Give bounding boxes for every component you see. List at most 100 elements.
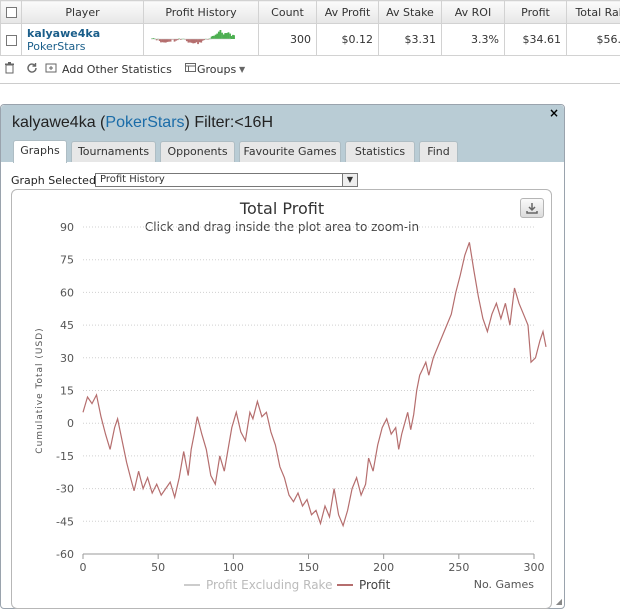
- sparkline-bar: [225, 33, 228, 39]
- sparkline-bar: [190, 39, 193, 43]
- sparkline-bar: [192, 39, 195, 44]
- sparkline-bar: [201, 39, 204, 41]
- series-line-profit: [82, 242, 547, 528]
- av-stake-cell: $3.31: [378, 23, 442, 56]
- player-graph-window: kalyawe4ka (PokerStars) Filter:<16H × Gr…: [0, 104, 565, 609]
- sparkline-bar: [195, 39, 198, 43]
- sparkline-bar: [224, 33, 227, 39]
- chart-container: Total Profit Click and drag inside the pl…: [11, 189, 552, 609]
- column-header-player[interactable]: Player: [21, 0, 144, 24]
- column-header-total-rake[interactable]: Total Rake: [566, 0, 620, 24]
- y-tick-label: -45: [56, 515, 74, 528]
- y-tick-label: 30: [60, 352, 74, 365]
- sparkline-bar: [214, 34, 217, 39]
- sparkline-bar: [227, 32, 230, 39]
- x-tick-label: 250: [448, 561, 469, 574]
- sparkline-bar: [173, 39, 176, 42]
- sparkline-bar: [197, 39, 199, 45]
- graph-selected-label: Graph Selected:: [11, 174, 100, 187]
- sparkline-bar: [213, 35, 215, 39]
- total-rake-cell: $56.75: [566, 23, 620, 56]
- column-header-av-roi[interactable]: Av ROI: [441, 0, 505, 24]
- x-tick-label: 300: [524, 561, 545, 574]
- count-cell: 300: [258, 23, 317, 56]
- table-row[interactable]: kalyawe4ka PokerStars 300 $0.12 $3.31 3.…: [0, 23, 620, 56]
- close-icon[interactable]: ×: [549, 106, 559, 120]
- x-axis-label: No. Games: [474, 578, 535, 591]
- column-header-av-stake[interactable]: Av Stake: [378, 0, 442, 24]
- tab-graphs[interactable]: Graphs: [13, 140, 67, 163]
- groups-icon[interactable]: [185, 62, 196, 78]
- y-tick-label: 15: [60, 385, 74, 398]
- av-profit-cell: $0.12: [316, 23, 379, 56]
- sparkline-bar: [168, 39, 170, 42]
- select-all-checkbox[interactable]: [0, 0, 22, 24]
- sparkline-bar: [216, 33, 219, 39]
- y-tick-label: 60: [60, 286, 74, 299]
- groups-dropdown[interactable]: Groups: [197, 62, 236, 78]
- y-tick-label: 75: [60, 254, 74, 267]
- x-tick-label: 0: [80, 561, 87, 574]
- graph-select[interactable]: Profit History ▼: [95, 173, 358, 187]
- row-checkbox[interactable]: [0, 23, 22, 56]
- legend-label: Profit Excluding Rake: [206, 578, 332, 592]
- add-other-statistics-button[interactable]: Add Other Statistics: [62, 62, 172, 78]
- window-header[interactable]: kalyawe4ka (PokerStars) Filter:<16H × Gr…: [1, 105, 564, 163]
- trash-icon[interactable]: [4, 62, 15, 78]
- download-icon[interactable]: [520, 198, 544, 218]
- y-tick-label: 45: [60, 319, 74, 332]
- chevron-down-icon[interactable]: ▼: [342, 174, 357, 186]
- av-roi-cell: 3.3%: [441, 23, 505, 56]
- add-stats-icon[interactable]: [45, 62, 57, 78]
- graph-select-value: Profit History: [100, 174, 165, 185]
- refresh-icon[interactable]: [26, 62, 38, 78]
- window-filter: Filter:<16H: [194, 114, 274, 131]
- tab-statistics[interactable]: Statistics: [345, 141, 415, 162]
- sparkline-bar: [166, 39, 169, 42]
- sparkline-bar: [198, 39, 201, 43]
- player-stats-table: Player Profit History Count Av Profit Av…: [0, 0, 620, 56]
- sparkline-bar: [219, 30, 222, 39]
- y-tick-label: -60: [56, 548, 74, 561]
- y-tick-label: -30: [56, 483, 74, 496]
- sparkline-bar: [233, 35, 235, 39]
- y-tick-label: -15: [56, 450, 74, 463]
- sparkline-bar: [189, 39, 191, 43]
- sparkline-chart: [151, 30, 235, 45]
- sparkline-bar: [193, 39, 196, 44]
- column-header-count[interactable]: Count: [258, 0, 317, 24]
- tab-tournaments[interactable]: Tournaments: [71, 141, 156, 162]
- sparkline-bar: [221, 32, 223, 39]
- x-tick-label: 200: [373, 561, 394, 574]
- player-name-link[interactable]: kalyawe4ka: [27, 27, 138, 40]
- profit-history-sparkline: [143, 23, 259, 56]
- chevron-down-icon[interactable]: ▼: [239, 62, 245, 78]
- y-tick-label: 0: [67, 417, 74, 430]
- column-header-av-profit[interactable]: Av Profit: [316, 0, 379, 24]
- y-tick-label: 90: [60, 221, 74, 234]
- column-header-profit-history[interactable]: Profit History: [143, 0, 259, 24]
- tab-find[interactable]: Find: [419, 141, 458, 162]
- player-site: PokerStars: [27, 39, 86, 53]
- tab-favourite-games[interactable]: Favourite Games: [239, 141, 341, 162]
- resize-grip-icon[interactable]: ◢: [556, 597, 562, 606]
- column-header-profit[interactable]: Profit: [504, 0, 567, 24]
- sparkline-bar: [161, 39, 164, 43]
- x-tick-label: 150: [298, 561, 319, 574]
- table-header-row: Player Profit History Count Av Profit Av…: [0, 0, 620, 24]
- profit-cell: $34.61: [504, 23, 567, 56]
- sparkline-bar: [222, 34, 225, 39]
- window-player-name: kalyawe4ka: [12, 114, 96, 131]
- window-site-link[interactable]: PokerStars: [105, 114, 184, 131]
- tab-opponents[interactable]: Opponents: [160, 141, 235, 162]
- sparkline-bar: [160, 39, 162, 43]
- player-cell[interactable]: kalyawe4ka PokerStars: [21, 23, 144, 56]
- profit-chart[interactable]: Total ProfitClick and drag inside the pl…: [12, 190, 551, 608]
- legend-label: Profit: [359, 578, 391, 592]
- chart-title: Total Profit: [239, 199, 324, 218]
- x-tick-label: 100: [223, 561, 244, 574]
- sparkline-bar: [185, 39, 188, 42]
- sparkline-bar: [164, 39, 167, 43]
- sparkline-bar: [230, 35, 233, 39]
- window-title: kalyawe4ka (PokerStars) Filter:<16H: [12, 114, 274, 131]
